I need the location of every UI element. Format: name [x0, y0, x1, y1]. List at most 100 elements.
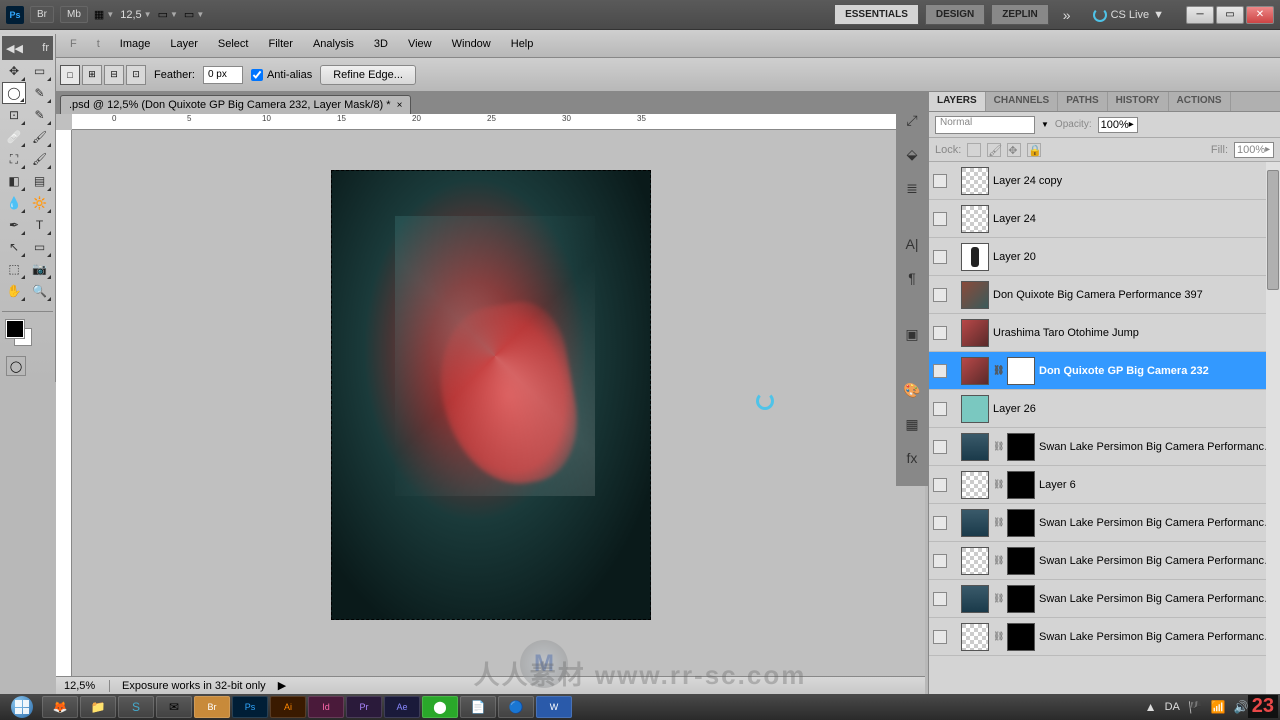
layer-link-icon[interactable]: ⛓ — [993, 631, 1003, 642]
layer-mask-thumb[interactable] — [1007, 433, 1035, 461]
marquee-tool[interactable]: ▭ — [28, 60, 52, 82]
ruler-horizontal[interactable]: 0 5 10 15 20 25 30 35 — [72, 114, 909, 130]
layer-thumb[interactable] — [961, 167, 989, 195]
layer-name[interactable]: Swan Lake Persimon Big Camera Performanc… — [1039, 631, 1276, 643]
lock-pixels-icon[interactable]: 🖌 — [987, 143, 1001, 157]
layer-mask-thumb[interactable] — [1007, 547, 1035, 575]
layer-row[interactable]: ⛓ Layer 6 — [929, 466, 1280, 504]
ps-logo-icon[interactable]: Ps — [6, 6, 24, 24]
layer-mask-thumb[interactable] — [1007, 623, 1035, 651]
cslive-button[interactable]: CS Live ▼ — [1093, 8, 1164, 22]
eyedropper-tool[interactable]: ✎ — [28, 104, 52, 126]
menu-3d[interactable]: 3D — [364, 34, 398, 54]
close-button[interactable]: ✕ — [1246, 6, 1274, 24]
scrollbar-thumb[interactable] — [1267, 170, 1279, 290]
layer-link-icon[interactable]: ⛓ — [993, 441, 1003, 452]
layer-name[interactable]: Urashima Taro Otohime Jump — [993, 327, 1276, 339]
layers-scrollbar[interactable] — [1266, 162, 1280, 694]
lasso-tool[interactable]: ◯ — [2, 82, 26, 104]
layer-thumb[interactable] — [961, 357, 989, 385]
color-swatch[interactable] — [6, 320, 32, 346]
layer-name[interactable]: Layer 24 copy — [993, 175, 1276, 187]
tray-expand-icon[interactable]: ▲ — [1145, 700, 1157, 714]
layer-name[interactable]: Layer 6 — [1039, 479, 1276, 491]
layer-name[interactable]: Swan Lake Persimon Big Camera Performanc… — [1039, 441, 1276, 453]
layer-row[interactable]: Layer 20 — [929, 238, 1280, 276]
layer-visibility-toggle[interactable] — [933, 326, 947, 340]
tray-volume-icon[interactable]: 🔊 — [1234, 700, 1249, 714]
layer-mask-thumb[interactable] — [1007, 509, 1035, 537]
layer-link-icon[interactable]: ⛓ — [993, 479, 1003, 490]
layer-visibility-toggle[interactable] — [933, 364, 947, 378]
panel-icon-swatches[interactable]: ▦ — [898, 410, 926, 438]
tab-paths[interactable]: PATHS — [1058, 92, 1107, 111]
document-tab[interactable]: .psd @ 12,5% (Don Quixote GP Big Camera … — [60, 95, 411, 114]
eraser-tool[interactable]: ◧ — [2, 170, 26, 192]
status-menu-arrow-icon[interactable]: ▶ — [278, 679, 286, 692]
gradient-tool[interactable]: ▤ — [28, 170, 52, 192]
taskbar-app3-icon[interactable]: 🔵 — [498, 696, 534, 718]
start-button[interactable] — [4, 695, 40, 719]
layer-mask-thumb[interactable] — [1007, 471, 1035, 499]
taskbar-bridge-icon[interactable]: Br — [194, 696, 230, 718]
menu-analysis[interactable]: Analysis — [303, 34, 364, 54]
extras-dropdown[interactable]: ▭▼ — [184, 8, 204, 21]
layer-thumb[interactable] — [961, 205, 989, 233]
menu-view[interactable]: View — [398, 34, 442, 54]
menu-file[interactable]: F — [60, 34, 87, 54]
taskbar-premiere-icon[interactable]: Pr — [346, 696, 382, 718]
layer-name[interactable]: Swan Lake Persimon Big Camera Performanc… — [1039, 555, 1276, 567]
selection-subtract-icon[interactable]: ⊟ — [104, 65, 124, 85]
status-zoom[interactable]: 12,5% — [60, 680, 110, 692]
quickmask-button[interactable]: ◯ — [6, 356, 26, 376]
panel-icon-styles[interactable]: fx — [898, 444, 926, 472]
dodge-tool[interactable]: 🔆 — [28, 192, 52, 214]
panel-icon-mask[interactable]: ⬙ — [898, 140, 926, 168]
selection-intersect-icon[interactable]: ⊡ — [126, 65, 146, 85]
workspace-design[interactable]: DESIGN — [925, 4, 985, 25]
antialias-checkbox[interactable]: Anti-alias — [251, 69, 312, 81]
layer-thumb[interactable] — [961, 509, 989, 537]
lock-all-icon[interactable]: 🔒 — [1027, 143, 1041, 157]
layer-name[interactable]: Don Quixote GP Big Camera 232 — [1039, 365, 1276, 377]
layer-visibility-toggle[interactable] — [933, 212, 947, 226]
layer-thumb[interactable] — [961, 547, 989, 575]
panel-icon-color[interactable]: 🎨 — [898, 376, 926, 404]
menu-window[interactable]: Window — [442, 34, 501, 54]
taskbar-indesign-icon[interactable]: Id — [308, 696, 344, 718]
shape-tool[interactable]: ▭ — [28, 236, 52, 258]
layer-row[interactable]: ⛓ Swan Lake Persimon Big Camera Performa… — [929, 618, 1280, 656]
tab-history[interactable]: HISTORY — [1108, 92, 1169, 111]
pen-tool[interactable]: ✒ — [2, 214, 26, 236]
layer-thumb[interactable] — [961, 281, 989, 309]
tab-actions[interactable]: ACTIONS — [1169, 92, 1231, 111]
3d-camera-tool[interactable]: 📷 — [28, 258, 52, 280]
layers-list[interactable]: Layer 24 copy Layer 24 Layer 20 Don Quix… — [929, 162, 1280, 694]
panel-icon-paragraph[interactable]: ¶ — [898, 264, 926, 292]
layer-name[interactable]: Layer 24 — [993, 213, 1276, 225]
layer-visibility-toggle[interactable] — [933, 630, 947, 644]
lock-position-icon[interactable]: ✥ — [1007, 143, 1021, 157]
layer-link-icon[interactable]: ⛓ — [993, 555, 1003, 566]
layer-visibility-toggle[interactable] — [933, 402, 947, 416]
layer-row[interactable]: Urashima Taro Otohime Jump — [929, 314, 1280, 352]
taskbar-explorer-icon[interactable]: 📁 — [80, 696, 116, 718]
panel-icon-character[interactable]: A| — [898, 230, 926, 258]
layer-link-icon[interactable]: ⛓ — [993, 517, 1003, 528]
taskbar-photoshop-icon[interactable]: Ps — [232, 696, 268, 718]
taskbar-skype-icon[interactable]: S — [118, 696, 154, 718]
tab-channels[interactable]: CHANNELS — [986, 92, 1059, 111]
panel-icon-navigator[interactable]: ▣ — [898, 320, 926, 348]
layer-row[interactable]: Layer 24 — [929, 200, 1280, 238]
layer-thumb[interactable] — [961, 395, 989, 423]
menu-edit[interactable]: t — [87, 34, 110, 54]
maximize-button[interactable]: ▭ — [1216, 6, 1244, 24]
blend-mode-dropdown[interactable]: Normal — [935, 116, 1035, 134]
canvas[interactable] — [72, 130, 909, 676]
layer-mask-thumb[interactable] — [1007, 357, 1035, 385]
history-brush-tool[interactable]: 🖌 — [28, 148, 52, 170]
type-tool[interactable]: T — [28, 214, 52, 236]
toolbox-collapse[interactable]: ◀◀fr — [2, 36, 53, 60]
layer-thumb[interactable] — [961, 623, 989, 651]
layer-thumb[interactable] — [961, 319, 989, 347]
